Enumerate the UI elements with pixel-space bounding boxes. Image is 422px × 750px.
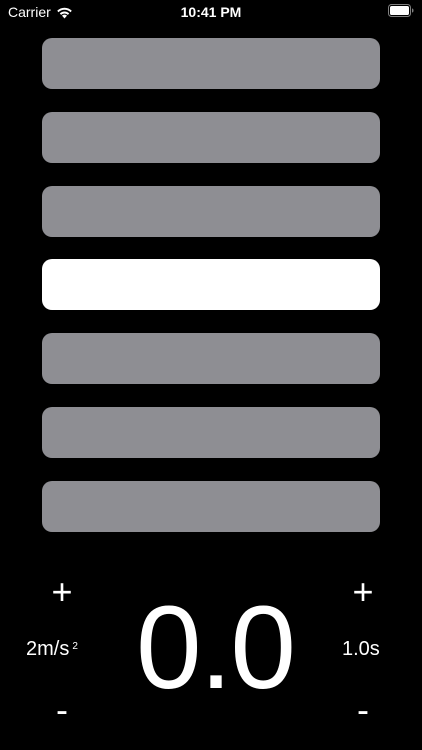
level-bar-5[interactable] xyxy=(42,333,380,385)
level-bar-6[interactable] xyxy=(42,406,380,458)
level-bar-2[interactable] xyxy=(42,111,380,163)
battery-icon xyxy=(388,4,414,17)
acceleration-value: 2m/s 2 xyxy=(26,638,78,660)
acceleration-increase-button[interactable]: + xyxy=(42,574,82,610)
duration-decrease-button[interactable]: - xyxy=(343,692,383,728)
acceleration-value-text: 2m/s xyxy=(26,638,70,660)
level-bar-7[interactable] xyxy=(42,480,380,532)
acceleration-exponent: 2 xyxy=(72,641,78,652)
status-bar: Carrier 10:41 PM xyxy=(0,0,422,24)
level-bar-1[interactable] xyxy=(42,38,380,89)
acceleration-decrease-button[interactable]: - xyxy=(42,692,82,728)
speed-readout: 0.0 xyxy=(135,582,296,714)
level-bar-3[interactable] xyxy=(42,185,380,237)
level-bar-4[interactable] xyxy=(42,259,380,311)
duration-value: 1.0s xyxy=(342,638,380,660)
duration-increase-button[interactable]: + xyxy=(343,574,383,610)
status-time: 10:41 PM xyxy=(180,4,242,20)
level-bars xyxy=(42,38,380,555)
